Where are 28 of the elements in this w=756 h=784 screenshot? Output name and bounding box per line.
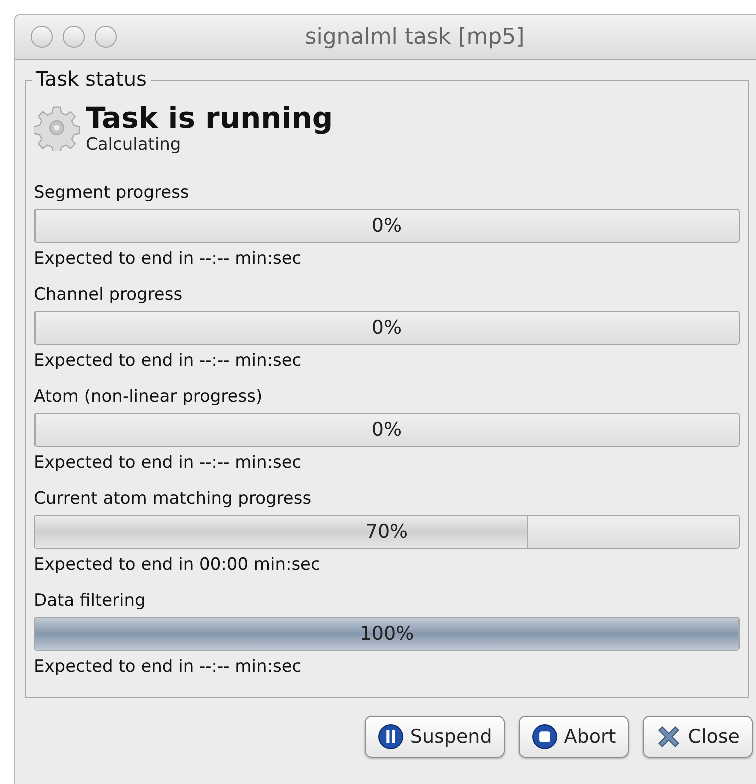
stop-icon [532, 724, 558, 750]
expected-time-text: Expected to end in 00:00 min:sec [34, 554, 322, 577]
expected-time-text: Expected to end in --:-- min:sec [34, 248, 303, 271]
status-subheading: Calculating [86, 135, 182, 155]
status-heading: Task is running [86, 101, 334, 135]
close-icon [656, 724, 682, 750]
progress-label: Segment progress [34, 182, 190, 205]
zoom-window-button[interactable] [95, 26, 117, 48]
expected-time-text: Expected to end in --:-- min:sec [34, 452, 303, 475]
expected-time-text: Expected to end in --:-- min:sec [34, 350, 303, 373]
pause-icon [378, 724, 404, 750]
progress-label: Current atom matching progress [34, 488, 313, 511]
progress-label: Data filtering [34, 590, 147, 613]
window-title: signalml task [mp5] [304, 24, 526, 50]
progress-percent: 0% [370, 316, 404, 341]
progress-percent: 0% [370, 214, 404, 239]
dialog-button[interactable]: Suspend [365, 716, 506, 758]
dialog-button[interactable]: Abort [519, 716, 630, 758]
progress-label: Channel progress [34, 284, 184, 307]
gear-icon [34, 105, 80, 151]
progress-label: Atom (non-linear progress) [34, 386, 264, 409]
dialog-button[interactable]: Close [643, 716, 753, 758]
progress-percent: 70% [364, 520, 410, 545]
minimize-window-button[interactable] [63, 26, 85, 48]
progress-percent: 0% [370, 418, 404, 443]
close-window-button[interactable] [31, 26, 53, 48]
progress-percent: 100% [358, 622, 416, 647]
expected-time-text: Expected to end in --:-- min:sec [34, 656, 303, 679]
